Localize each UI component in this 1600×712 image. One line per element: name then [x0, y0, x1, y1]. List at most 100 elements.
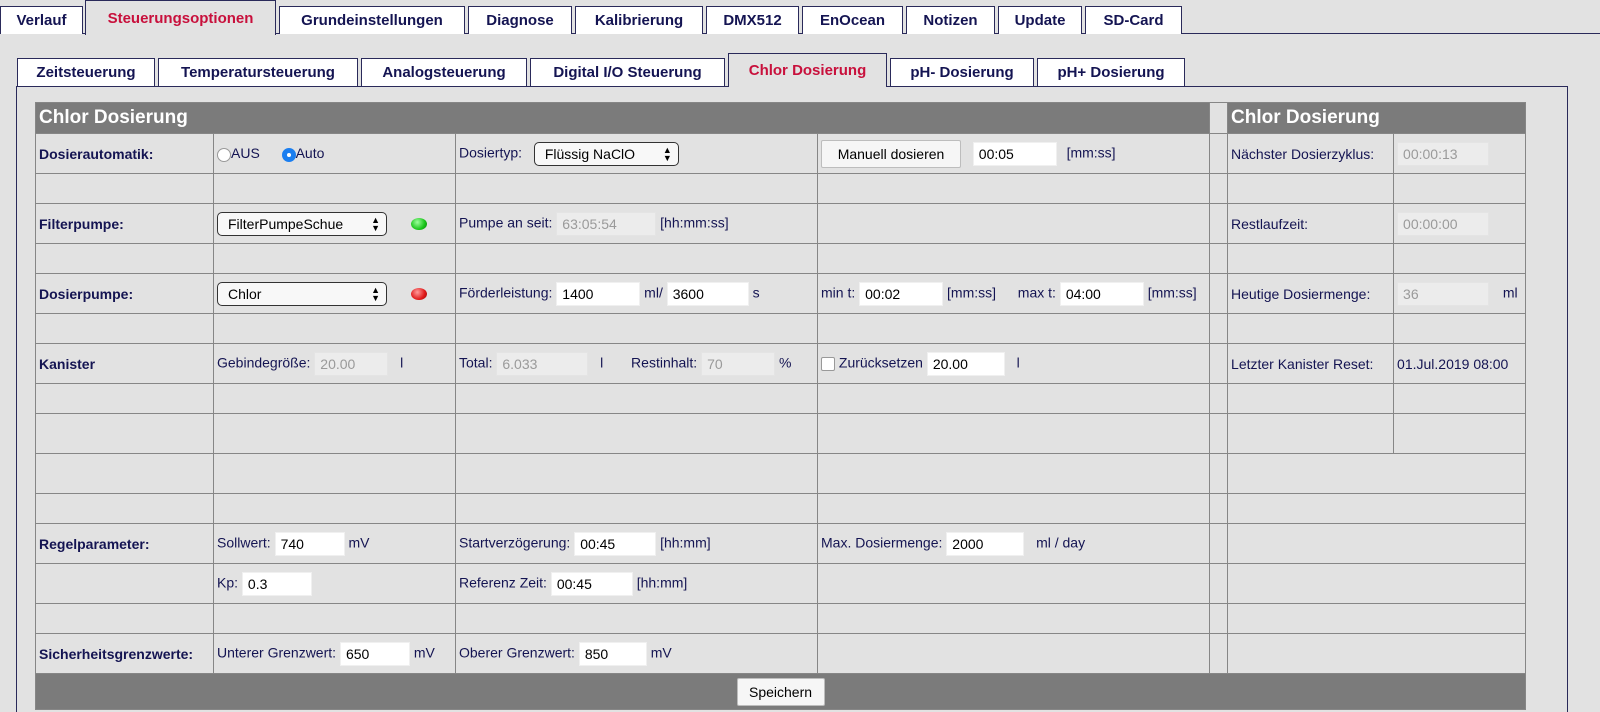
dosiertyp-label: Dosiertyp:	[459, 144, 523, 161]
tab-steuerungsoptionen[interactable]: Steuerungsoptionen	[85, 0, 276, 35]
unterer-grenzwert-input[interactable]	[339, 641, 410, 666]
subtab-ph-plus-dosierung[interactable]: pH+ Dosierung	[1037, 58, 1185, 86]
zuruecksetzen-checkbox[interactable]	[821, 356, 835, 371]
max-t-input[interactable]	[1059, 281, 1144, 306]
sollwert-label: Sollwert:	[217, 534, 271, 551]
kp-label: Kp:	[217, 574, 239, 591]
referenz-zeit-label: Referenz Zeit:	[459, 574, 547, 591]
radio-auto-label: Auto	[295, 145, 325, 162]
select-arrows-icon: ▲ ▼	[371, 214, 380, 233]
zuruecksetzen-label: Zurücksetzen	[838, 354, 923, 371]
tab-kalibrierung[interactable]: Kalibrierung	[575, 6, 703, 34]
unterer-grenzwert-unit: mV	[413, 644, 435, 661]
gebindegroesse-unit: l	[400, 354, 404, 371]
oberer-grenzwert-label: Oberer Grenzwert:	[459, 644, 575, 661]
restlaufzeit-value	[1397, 211, 1490, 236]
dosierautomatik-label: Dosierautomatik:	[35, 133, 214, 174]
filterpumpe-status-led-icon	[410, 217, 427, 230]
radio-aus[interactable]	[217, 147, 231, 162]
zuruecksetzen-input[interactable]	[926, 351, 1005, 376]
tab-notizen[interactable]: Notizen	[906, 6, 995, 34]
kp-input[interactable]	[241, 571, 312, 596]
heutige-dosiermenge-label: Heutige Dosiermenge:	[1227, 273, 1395, 314]
foerderleistung-s-unit: s	[752, 284, 760, 301]
dosierpumpe-status-led-icon	[410, 287, 427, 300]
referenz-zeit-unit: [hh:mm]	[636, 574, 688, 591]
sollwert-input[interactable]	[274, 531, 345, 556]
oberer-grenzwert-unit: mV	[650, 644, 672, 661]
tab-diagnose[interactable]: Diagnose	[468, 6, 572, 34]
min-t-label: min t:	[821, 284, 856, 301]
total-label: Total:	[459, 354, 493, 371]
letzter-kanister-reset-label: Letzter Kanister Reset:	[1227, 343, 1395, 384]
tab-sd-card[interactable]: SD-Card	[1085, 6, 1182, 34]
tab-dmx512[interactable]: DMX512	[706, 6, 799, 34]
total-unit: l	[600, 354, 604, 371]
foerderleistung-s-input[interactable]	[666, 281, 749, 306]
top-tab-bar: Verlauf Steuerungsoptionen Grundeinstell…	[0, 0, 1600, 35]
restinhalt-value	[701, 351, 776, 376]
pumpe-an-seit-unit: [hh:mm:ss]	[660, 214, 729, 231]
select-arrows-icon: ▲ ▼	[662, 144, 672, 163]
chlor-dosierung-table: Chlor Dosierung Chlor Dosierung Dosierau…	[34, 102, 1527, 710]
min-t-input[interactable]	[859, 281, 944, 306]
max-t-unit: [mm:ss]	[1147, 284, 1197, 301]
subtab-ph-minus-dosierung[interactable]: pH- Dosierung	[890, 58, 1034, 86]
restinhalt-label: Restinhalt:	[631, 354, 698, 371]
startverzoegerung-unit: [hh:mm]	[660, 534, 711, 551]
tab-enocean[interactable]: EnOcean	[802, 6, 903, 34]
foerderleistung-ml-unit: ml/	[644, 284, 663, 301]
save-row: Speichern	[34, 673, 1527, 710]
manual-time-input[interactable]	[972, 141, 1057, 166]
min-t-unit: [mm:ss]	[947, 284, 997, 301]
max-t-label: max t:	[1017, 284, 1056, 301]
max-dosiermenge-label: Max. Dosiermenge:	[821, 534, 943, 551]
regelparameter-label: Regelparameter:	[35, 523, 214, 564]
tab-verlauf[interactable]: Verlauf	[0, 6, 83, 34]
sicherheitsgrenzwerte-label: Sicherheitsgrenzwerte:	[35, 633, 214, 674]
total-value	[496, 351, 589, 376]
unterer-grenzwert-label: Unterer Grenzwert:	[217, 644, 337, 661]
kanister-label: Kanister	[35, 343, 214, 384]
select-arrows-icon: ▲ ▼	[371, 284, 380, 303]
zuruecksetzen-unit: l	[1016, 354, 1020, 371]
gebindegroesse-label: Gebindegröße:	[217, 354, 311, 371]
oberer-grenzwert-input[interactable]	[578, 641, 647, 666]
speichern-button[interactable]: Speichern	[736, 677, 825, 706]
pumpe-an-seit-value	[556, 211, 657, 236]
dosierpumpe-label: Dosierpumpe:	[35, 273, 214, 314]
subtab-zeitsteuerung[interactable]: Zeitsteuerung	[17, 58, 155, 86]
gebindegroesse-value	[314, 351, 389, 376]
startverzoegerung-label: Startverzögerung:	[459, 534, 571, 551]
tab-grundeinstellungen[interactable]: Grundeinstellungen	[279, 6, 465, 34]
referenz-zeit-input[interactable]	[550, 571, 633, 596]
foerderleistung-ml-input[interactable]	[556, 281, 641, 306]
naechster-dosierzyklus-value	[1397, 141, 1490, 166]
radio-auto[interactable]	[281, 147, 296, 162]
tab-update[interactable]: Update	[998, 6, 1082, 34]
letzter-kanister-reset-value: 01.Jul.2019 08:00	[1393, 343, 1527, 384]
heutige-dosiermenge-value	[1397, 281, 1490, 306]
subtab-chlor-dosierung[interactable]: Chlor Dosierung	[728, 53, 887, 87]
naechster-dosierzyklus-label: Nächster Dosierzyklus:	[1227, 133, 1395, 174]
side-section-title: Chlor Dosierung	[1227, 102, 1527, 134]
max-dosiermenge-unit: ml / day	[1036, 534, 1086, 551]
filterpumpe-label: Filterpumpe:	[35, 203, 214, 244]
heutige-dosiermenge-unit: ml	[1502, 284, 1518, 301]
startverzoegerung-input[interactable]	[574, 531, 657, 556]
subtab-analogsteuerung[interactable]: Analogsteuerung	[361, 58, 527, 86]
subtab-temperatursteuerung[interactable]: Temperatursteuerung	[158, 58, 358, 86]
dosierpumpe-select[interactable]: Chlor ▲ ▼	[217, 281, 387, 306]
subtab-digital-io-steuerung[interactable]: Digital I/O Steuerung	[530, 58, 725, 86]
radio-aus-label: AUS	[231, 145, 260, 162]
section-title: Chlor Dosierung	[34, 102, 1211, 134]
restlaufzeit-label: Restlaufzeit:	[1227, 203, 1395, 244]
sollwert-unit: mV	[348, 534, 370, 551]
filterpumpe-select[interactable]: FilterPumpeSchue ▲ ▼	[217, 211, 387, 236]
manual-time-unit: [mm:ss]	[1066, 144, 1116, 161]
dosierautomatik-radio-group: AUS Auto	[213, 133, 456, 174]
dosiertyp-select[interactable]: Flüssig NaClO ▲ ▼	[533, 141, 679, 166]
manuell-dosieren-button[interactable]: Manuell dosieren	[821, 139, 961, 168]
max-dosiermenge-input[interactable]	[946, 531, 1025, 556]
pumpe-an-seit-label: Pumpe an seit:	[459, 214, 553, 231]
